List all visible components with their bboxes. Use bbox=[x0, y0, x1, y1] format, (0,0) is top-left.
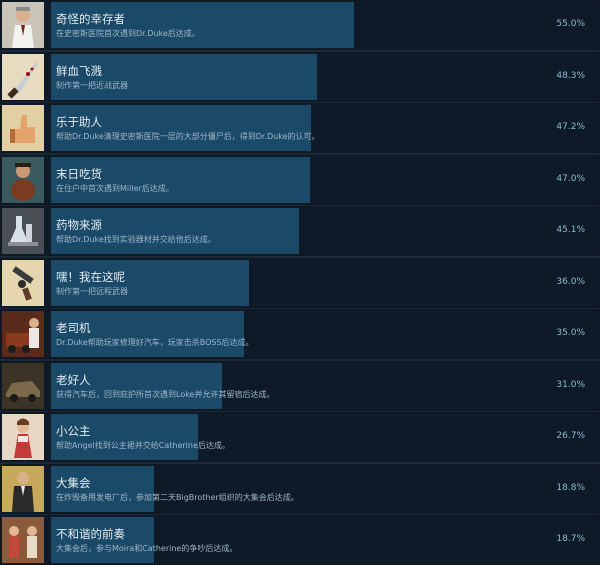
old-car-icon bbox=[2, 363, 44, 409]
achievement-percent: 18.8% bbox=[556, 483, 585, 493]
achievement-description: 制作第一把近战武器 bbox=[56, 81, 128, 90]
achievement-percent: 47.0% bbox=[556, 174, 585, 184]
achievement-percent: 31.0% bbox=[556, 380, 585, 390]
thumbs-up-icon bbox=[2, 105, 44, 151]
achievement-percent: 55.0% bbox=[556, 19, 585, 29]
achievement-row[interactable]: 乐于助人 帮助Dr.Duke清理史密斯医院一层的大部分僵尸后，得到Dr.Duke… bbox=[0, 103, 600, 153]
achievement-title: 嘿！我在这呢 bbox=[56, 270, 125, 284]
achievement-list: 奇怪的幸存者 在史密斯医院首次遇到Dr.Duke后达成。 55.0% 鲜血飞溅 … bbox=[0, 0, 600, 565]
achievement-row[interactable]: 鲜血飞溅 制作第一把近战武器 48.3% bbox=[0, 52, 600, 102]
achievement-title: 小公主 bbox=[56, 424, 91, 438]
achievement-row[interactable]: 大集会 在炸毁备用发电厂后，参加第二天BigBrother组织的大集会后达成。 … bbox=[0, 464, 600, 514]
achievement-row[interactable]: 奇怪的幸存者 在史密斯医院首次遇到Dr.Duke后达成。 55.0% bbox=[0, 0, 600, 50]
achievement-description: 帮助Dr.Duke清理史密斯医院一层的大部分僵尸后，得到Dr.Duke的认可。 bbox=[56, 132, 320, 141]
achievement-row[interactable]: 药物来源 帮助Dr.Duke找到实验器材并交给他后达成。 45.1% bbox=[0, 206, 600, 256]
achievement-description: 大集会后，参与Moira和Catherine的争吵后达成。 bbox=[56, 544, 238, 553]
achievement-description: 在住户中首次遇到Miller后达成。 bbox=[56, 184, 174, 193]
arguing-pair-icon bbox=[2, 517, 44, 563]
little-princess-icon bbox=[2, 414, 44, 460]
bloody-knife-icon bbox=[2, 54, 44, 100]
achievement-row[interactable]: 老司机 Dr.Duke帮助玩家修理好汽车，玩家击杀BOSS后达成。 35.0% bbox=[0, 309, 600, 359]
achievement-row[interactable]: 小公主 帮助Angel找到公主裙并交给Catherine后达成。 26.7% bbox=[0, 412, 600, 462]
achievement-row[interactable]: 嘿！我在这呢 制作第一把远程武器 36.0% bbox=[0, 258, 600, 308]
achievement-title: 老司机 bbox=[56, 321, 91, 335]
achievement-title: 不和谐的前奏 bbox=[56, 527, 125, 541]
achievement-title: 大集会 bbox=[56, 476, 91, 490]
achievement-title: 末日吃货 bbox=[56, 167, 102, 181]
achievement-percent: 35.0% bbox=[556, 328, 585, 338]
chubby-survivor-icon bbox=[2, 157, 44, 203]
car-driver-icon bbox=[2, 311, 44, 357]
achievement-description: 在炸毁备用发电厂后，参加第二天BigBrother组织的大集会后达成。 bbox=[56, 493, 299, 502]
revolver-icon bbox=[2, 260, 44, 306]
achievement-row[interactable]: 不和谐的前奏 大集会后，参与Moira和Catherine的争吵后达成。 18.… bbox=[0, 515, 600, 565]
doctor-portrait-icon bbox=[2, 2, 44, 48]
achievement-description: 获得汽车后，回到庇护所首次遇到Loke并允许其留宿后达成。 bbox=[56, 390, 275, 399]
lab-equipment-icon bbox=[2, 208, 44, 254]
suited-man-icon bbox=[2, 466, 44, 512]
achievement-percent: 45.1% bbox=[556, 225, 585, 235]
achievement-percent: 18.7% bbox=[556, 534, 585, 544]
achievement-description: 帮助Dr.Duke找到实验器材并交给他后达成。 bbox=[56, 235, 216, 244]
achievement-title: 老好人 bbox=[56, 373, 91, 387]
achievement-row[interactable]: 老好人 获得汽车后，回到庇护所首次遇到Loke并允许其留宿后达成。 31.0% bbox=[0, 361, 600, 411]
achievement-percent: 47.2% bbox=[556, 122, 585, 132]
achievement-title: 奇怪的幸存者 bbox=[56, 12, 125, 26]
achievement-description: Dr.Duke帮助玩家修理好汽车，玩家击杀BOSS后达成。 bbox=[56, 338, 254, 347]
achievement-row[interactable]: 末日吃货 在住户中首次遇到Miller后达成。 47.0% bbox=[0, 155, 600, 205]
achievement-description: 制作第一把远程武器 bbox=[56, 287, 128, 296]
achievement-title: 鲜血飞溅 bbox=[56, 64, 102, 78]
achievement-percent: 26.7% bbox=[556, 431, 585, 441]
achievement-percent: 36.0% bbox=[556, 277, 585, 287]
achievement-title: 药物来源 bbox=[56, 218, 102, 232]
achievement-description: 在史密斯医院首次遇到Dr.Duke后达成。 bbox=[56, 29, 200, 38]
achievement-title: 乐于助人 bbox=[56, 115, 102, 129]
achievement-percent: 48.3% bbox=[556, 71, 585, 81]
achievement-description: 帮助Angel找到公主裙并交给Catherine后达成。 bbox=[56, 441, 230, 450]
